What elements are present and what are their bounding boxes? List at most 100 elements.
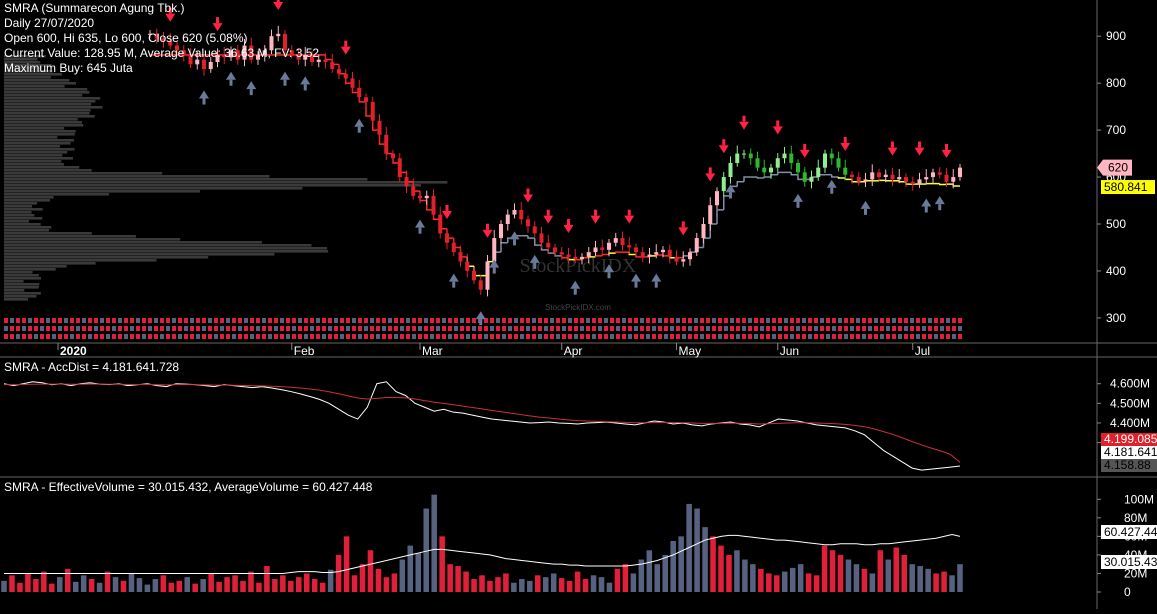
strip-cell xyxy=(52,334,56,339)
accdist-tick-label: 4.500M xyxy=(1110,396,1150,410)
profile-bar xyxy=(4,235,136,238)
strip-cell xyxy=(220,318,224,323)
strip-cell xyxy=(22,334,26,339)
volume-bar xyxy=(177,581,183,592)
volume-bar xyxy=(702,527,708,592)
strip-cell xyxy=(676,326,680,331)
strip-cell xyxy=(952,334,956,339)
strip-cell xyxy=(208,318,212,323)
strip-cell xyxy=(328,334,332,339)
strip-cell xyxy=(736,326,740,331)
accdist-tick-label: 4.400M xyxy=(1110,416,1150,430)
strip-cell xyxy=(760,326,764,331)
strip-cell xyxy=(538,318,542,323)
strip-cell xyxy=(22,318,26,323)
candle-body xyxy=(776,158,780,167)
strip-cell xyxy=(28,326,32,331)
strip-cell xyxy=(442,326,446,331)
volume-bar xyxy=(599,577,605,592)
candle-body xyxy=(688,252,692,259)
strip-cell xyxy=(478,326,482,331)
strip-cell xyxy=(238,318,242,323)
strip-cell xyxy=(172,318,176,323)
buy-arrow-stem xyxy=(250,89,253,95)
volume-bar xyxy=(153,579,159,592)
volume-bar xyxy=(33,579,39,592)
strip-cell xyxy=(538,334,542,339)
strip-cell xyxy=(340,318,344,323)
strip-cell xyxy=(820,334,824,339)
candle-body xyxy=(614,238,618,243)
x-axis-label: Apr xyxy=(564,344,583,358)
strip-cell xyxy=(832,334,836,339)
strip-cell xyxy=(904,326,908,331)
candle-body xyxy=(850,175,854,177)
volume-bar xyxy=(607,583,613,592)
strip-cell xyxy=(598,318,602,323)
sell-arrow-stem xyxy=(216,17,219,23)
strip-cell xyxy=(610,334,614,339)
strip-cell xyxy=(928,318,932,323)
volume-tick-label: 0 xyxy=(1124,585,1131,599)
strip-cell xyxy=(340,326,344,331)
profile-bar xyxy=(4,298,28,301)
candle-body xyxy=(533,226,537,233)
sell-arrow-stem xyxy=(446,205,449,211)
volume-bar xyxy=(192,584,198,592)
strip-cell xyxy=(766,326,770,331)
strip-cell xyxy=(16,318,20,323)
volume-bar xyxy=(647,550,653,592)
profile-bar xyxy=(4,286,39,289)
strip-cell xyxy=(166,318,170,323)
candle-body xyxy=(452,243,456,252)
candle-body xyxy=(931,172,935,177)
profile-bar xyxy=(4,211,32,214)
volume-bar xyxy=(551,573,557,592)
candle-body xyxy=(492,238,496,261)
strip-cell xyxy=(58,326,62,331)
volume-bar xyxy=(431,495,437,592)
volume-bar xyxy=(248,572,254,592)
strip-cell xyxy=(604,326,608,331)
candle-body xyxy=(796,163,800,172)
strip-cell xyxy=(616,326,620,331)
candle-body xyxy=(661,250,665,252)
strip-cell xyxy=(592,318,596,323)
strip-cell xyxy=(742,326,746,331)
buy-arrow-stem xyxy=(830,188,833,194)
candle-body xyxy=(728,163,732,177)
strip-cell xyxy=(316,326,320,331)
volume-bar xyxy=(368,550,374,592)
strip-cell xyxy=(946,318,950,323)
strip-cell xyxy=(844,334,848,339)
strip-cell xyxy=(724,318,728,323)
strip-cell xyxy=(382,318,386,323)
strip-cell xyxy=(754,326,758,331)
candle-body xyxy=(904,177,908,182)
volume-bar xyxy=(527,581,533,592)
volume-bar xyxy=(886,560,892,592)
candle-body xyxy=(202,60,206,69)
volume-bar xyxy=(543,577,549,592)
strip-cell xyxy=(778,326,782,331)
strip-cell xyxy=(724,326,728,331)
header-ohlc: Open 600, Hi 635, Lo 600, Close 620 (5.0… xyxy=(4,31,248,46)
strip-cell xyxy=(556,318,560,323)
volume-bar xyxy=(25,573,31,592)
sell-arrow-stem xyxy=(722,139,725,145)
candle-body xyxy=(938,172,942,174)
strip-cell xyxy=(526,326,530,331)
strip-cell xyxy=(868,334,872,339)
strip-cell xyxy=(172,326,176,331)
volume-bar xyxy=(392,573,398,592)
strip-cell xyxy=(250,334,254,339)
strip-cell xyxy=(346,334,350,339)
strip-cell xyxy=(184,326,188,331)
strip-cell xyxy=(262,326,266,331)
strip-cell xyxy=(16,334,20,339)
strip-cell xyxy=(778,334,782,339)
strip-cell xyxy=(76,334,80,339)
strip-cell xyxy=(172,334,176,339)
profile-bar xyxy=(4,130,76,133)
strip-cell xyxy=(730,334,734,339)
